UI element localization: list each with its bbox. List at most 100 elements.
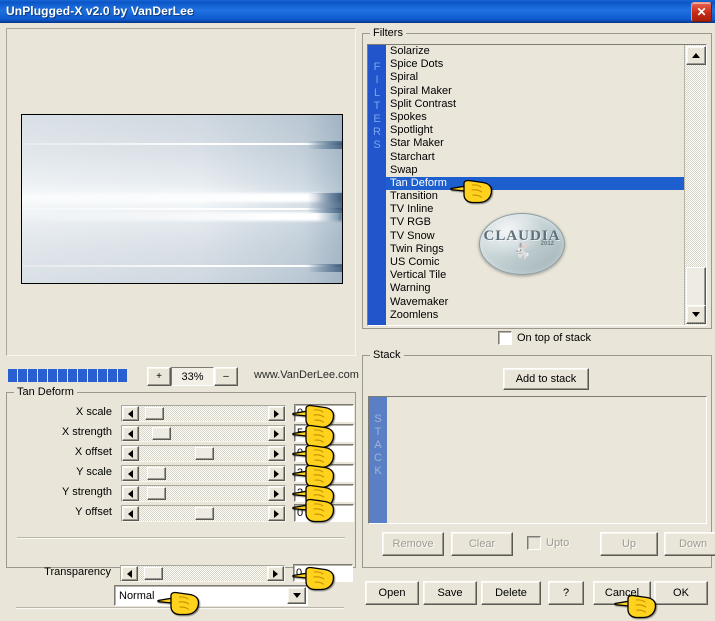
parameter-value-input[interactable]: 5 [294, 424, 354, 442]
parameter-value-input[interactable]: 0 [294, 444, 354, 462]
progress-segment [98, 368, 107, 382]
filter-item[interactable]: Warning [386, 282, 684, 295]
side-label-letter: E [373, 113, 381, 125]
close-icon[interactable]: ✕ [691, 2, 712, 22]
slider-right-arrow[interactable] [268, 466, 285, 481]
stack-list[interactable] [387, 397, 706, 523]
transparency-slider-left-arrow[interactable] [121, 566, 138, 581]
filter-item[interactable]: Transition [386, 190, 684, 203]
transparency-value-input[interactable]: 0 [293, 564, 353, 582]
slider-left-arrow[interactable] [122, 506, 139, 521]
delete-button[interactable]: Delete [481, 581, 541, 605]
clear-button[interactable]: Clear [451, 532, 513, 556]
slider-right-arrow[interactable] [268, 486, 285, 501]
transparency-slider[interactable] [120, 565, 285, 582]
window-title: UnPlugged-X v2.0 by VanDerLee [6, 4, 194, 18]
side-label-letter: F [373, 61, 381, 73]
slider-thumb[interactable] [144, 407, 164, 420]
filter-item[interactable]: Spotlight [386, 124, 684, 137]
filter-item-selected[interactable]: Tan Deform [386, 176, 684, 191]
up-button[interactable]: Up [600, 532, 658, 556]
side-label-letter: S [373, 139, 381, 151]
help-button[interactable]: ? [548, 581, 584, 605]
preview-image[interactable] [21, 114, 343, 284]
zoom-out-button[interactable]: – [214, 367, 238, 386]
parameter-slider[interactable] [121, 485, 286, 502]
parameter-value-input[interactable]: 0 [294, 504, 354, 522]
parameter-slider[interactable] [121, 445, 286, 462]
parameters-group-label: Tan Deform [14, 386, 77, 398]
transparency-slider-right-arrow[interactable] [267, 566, 284, 581]
upto-row[interactable]: Upto [527, 536, 569, 550]
upto-checkbox[interactable] [527, 536, 541, 550]
preview-streak-core-upper [22, 193, 342, 202]
divider-lower [16, 607, 344, 609]
parameter-slider[interactable] [121, 465, 286, 482]
parameter-row: X offset 0 [7, 444, 355, 462]
filter-item[interactable]: Zoomlens [386, 309, 684, 322]
parameter-row: X scale 0 [7, 404, 355, 422]
filters-list-panel: FILTERS Solarize Spice Dots Spiral Spiral M… [367, 44, 707, 326]
slider-thumb[interactable] [195, 447, 214, 460]
slider-left-arrow[interactable] [122, 426, 139, 441]
slider-thumb[interactable] [151, 427, 171, 440]
filters-group: Filters FILTERS Solarize Spice Dots Spiral… [362, 27, 712, 329]
claudia-watermark: CLAUDIA 🐇 2012 [479, 213, 565, 275]
slider-right-arrow[interactable] [268, 446, 285, 461]
filter-item[interactable]: Starchart [386, 151, 684, 164]
on-top-of-stack-label: On top of stack [517, 332, 591, 344]
side-label-letter: K [374, 465, 382, 477]
preview-streak-bottom [22, 265, 342, 267]
remove-button[interactable]: Remove [382, 532, 444, 556]
scroll-down-icon[interactable] [686, 305, 706, 324]
down-button[interactable]: Down [664, 532, 715, 556]
filter-item[interactable]: Spice Dots [386, 58, 684, 71]
on-top-of-stack-checkbox[interactable] [498, 331, 512, 345]
filters-list[interactable]: Solarize Spice Dots Spiral Spiral Maker Spli… [386, 45, 684, 325]
filter-item[interactable]: Solarize [386, 45, 684, 58]
filter-item[interactable]: Wavemaker [386, 296, 684, 309]
parameter-value-input[interactable]: 3 [294, 464, 354, 482]
filter-item[interactable]: Star Maker [386, 137, 684, 150]
progress-segment [108, 368, 117, 382]
progress-segment [18, 368, 27, 382]
filter-item[interactable]: Spokes [386, 111, 684, 124]
slider-left-arrow[interactable] [122, 486, 139, 501]
progress-segment [68, 368, 77, 382]
parameter-slider[interactable] [121, 505, 286, 522]
scroll-up-icon[interactable] [686, 46, 706, 65]
filter-item[interactable]: Spiral Maker [386, 85, 684, 98]
save-button[interactable]: Save [423, 581, 477, 605]
add-to-stack-button[interactable]: Add to stack [503, 368, 589, 390]
chevron-down-icon[interactable] [287, 587, 306, 604]
slider-right-arrow[interactable] [268, 406, 285, 421]
slider-thumb[interactable] [147, 487, 167, 500]
slider-thumb[interactable] [195, 507, 214, 520]
cancel-button[interactable]: Cancel [593, 581, 651, 605]
mouse-icon: 🐇 [512, 242, 532, 260]
slider-left-arrow[interactable] [122, 446, 139, 461]
open-button[interactable]: Open [365, 581, 419, 605]
filter-item[interactable]: Swap [386, 164, 684, 177]
slider-right-arrow[interactable] [268, 426, 285, 441]
slider-thumb[interactable] [147, 467, 167, 480]
on-top-of-stack-row[interactable]: On top of stack [498, 331, 591, 345]
filters-scrollbar[interactable] [684, 45, 706, 325]
parameter-slider[interactable] [121, 425, 286, 442]
parameter-value-input[interactable]: 2 [294, 484, 354, 502]
ok-button[interactable]: OK [654, 581, 708, 605]
filter-item[interactable]: Split Contrast [386, 98, 684, 111]
filter-item[interactable]: Spiral [386, 71, 684, 84]
preview-panel [6, 28, 356, 356]
parameter-slider[interactable] [121, 405, 286, 422]
website-link[interactable]: www.VanDerLee.com [254, 369, 359, 381]
filters-side-label: FILTERS [368, 45, 386, 325]
zoom-in-button[interactable]: + [147, 367, 171, 386]
transparency-slider-thumb[interactable] [143, 567, 163, 580]
parameter-value-input[interactable]: 0 [294, 404, 354, 422]
slider-left-arrow[interactable] [122, 466, 139, 481]
slider-left-arrow[interactable] [122, 406, 139, 421]
unplugged-x-window: UnPlugged-X v2.0 by VanDerLee ✕ + 33% – … [0, 0, 715, 619]
blend-mode-select[interactable]: Normal [114, 585, 308, 606]
slider-right-arrow[interactable] [268, 506, 285, 521]
